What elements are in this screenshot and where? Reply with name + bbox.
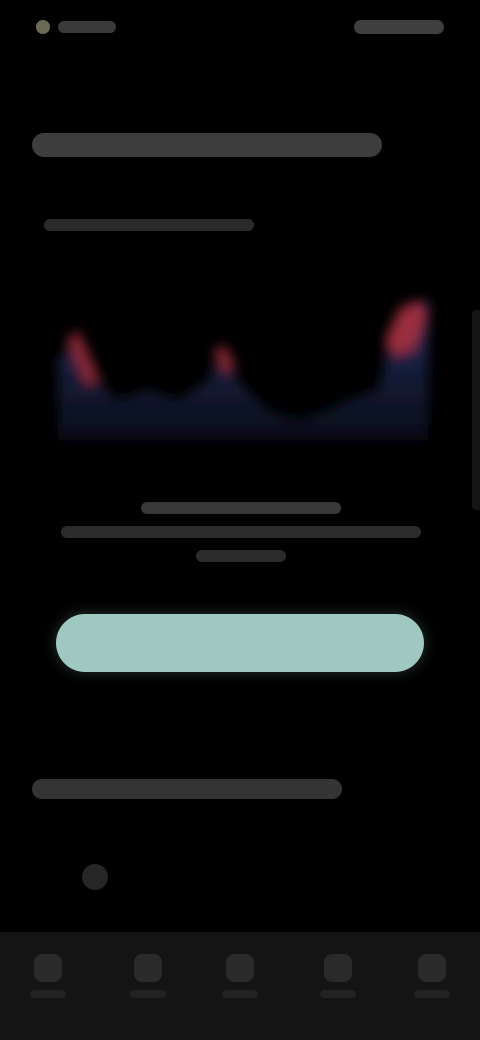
chart-caption <box>56 502 426 570</box>
status-icons <box>354 20 444 36</box>
primary-action-button[interactable] <box>56 614 424 672</box>
page-title-text <box>32 133 382 157</box>
side-scroll-indicator[interactable] <box>472 310 480 510</box>
page-subtitle <box>44 216 254 234</box>
caption-line-2 <box>61 526 421 538</box>
info-icon[interactable] <box>82 864 108 890</box>
chart-svg <box>58 300 428 440</box>
status-bar <box>0 0 480 56</box>
nav-item-settings[interactable] <box>410 950 454 1010</box>
nav-item-bell[interactable] <box>316 950 360 1010</box>
nav-label-list <box>130 990 166 998</box>
nav-item-chart[interactable] <box>218 950 262 1010</box>
section-title <box>32 772 342 806</box>
status-left <box>36 18 116 38</box>
notification-dot-icon <box>36 20 50 34</box>
chart-icon <box>226 954 254 982</box>
bottom-navigation <box>0 932 480 1040</box>
nav-label-bell <box>320 990 356 998</box>
caption-line-3 <box>196 550 286 562</box>
page-title <box>32 128 382 162</box>
primary-button-label <box>56 614 424 672</box>
bell-icon <box>324 954 352 982</box>
section-title-text <box>32 779 342 799</box>
nav-item-list[interactable] <box>126 950 170 1010</box>
status-time <box>58 21 116 33</box>
caption-line-1 <box>141 502 341 514</box>
nav-label-chart <box>222 990 258 998</box>
list-icon <box>134 954 162 982</box>
battery-icon <box>354 20 444 34</box>
page-subtitle-text <box>44 219 254 231</box>
nav-label-home <box>30 990 66 998</box>
chart-area-fill <box>58 300 428 440</box>
nav-label-settings <box>414 990 450 998</box>
home-icon <box>34 954 62 982</box>
nav-item-home[interactable] <box>26 950 70 1010</box>
activity-chart <box>48 270 438 480</box>
settings-icon <box>418 954 446 982</box>
